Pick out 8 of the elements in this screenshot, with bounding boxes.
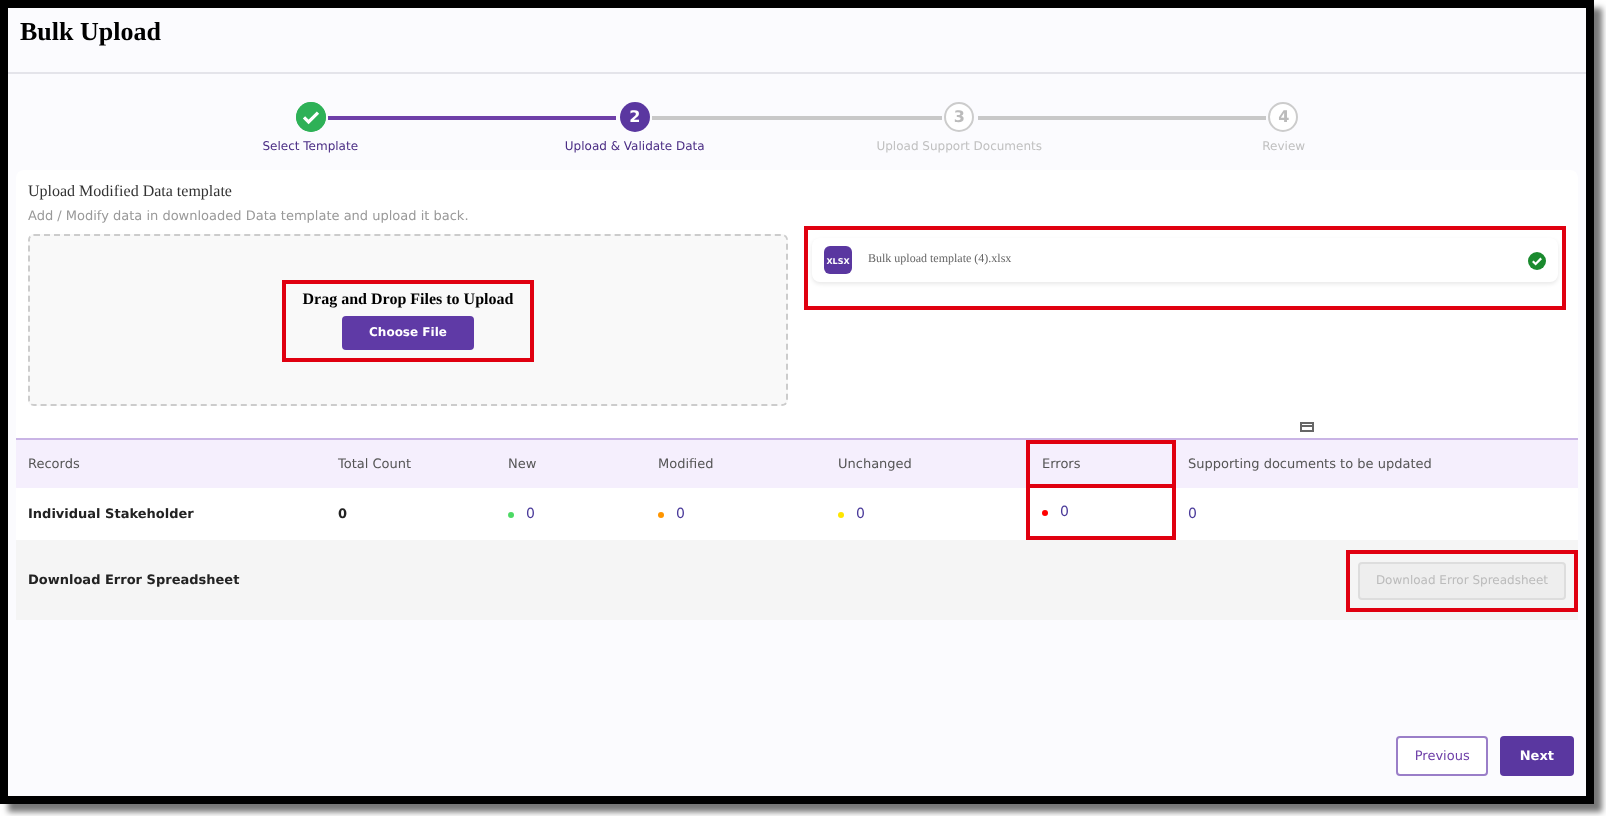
page-title: Bulk Upload — [8, 8, 1586, 74]
small-icon — [1300, 422, 1314, 432]
step-number: 3 — [944, 102, 975, 132]
section-title: Upload Modified Data template — [28, 182, 234, 200]
step-number: 2 — [619, 102, 650, 132]
check-icon — [295, 102, 326, 132]
step-number: 4 — [1268, 102, 1299, 132]
drop-text: Drag and Drop Files to Upload — [302, 289, 514, 307]
